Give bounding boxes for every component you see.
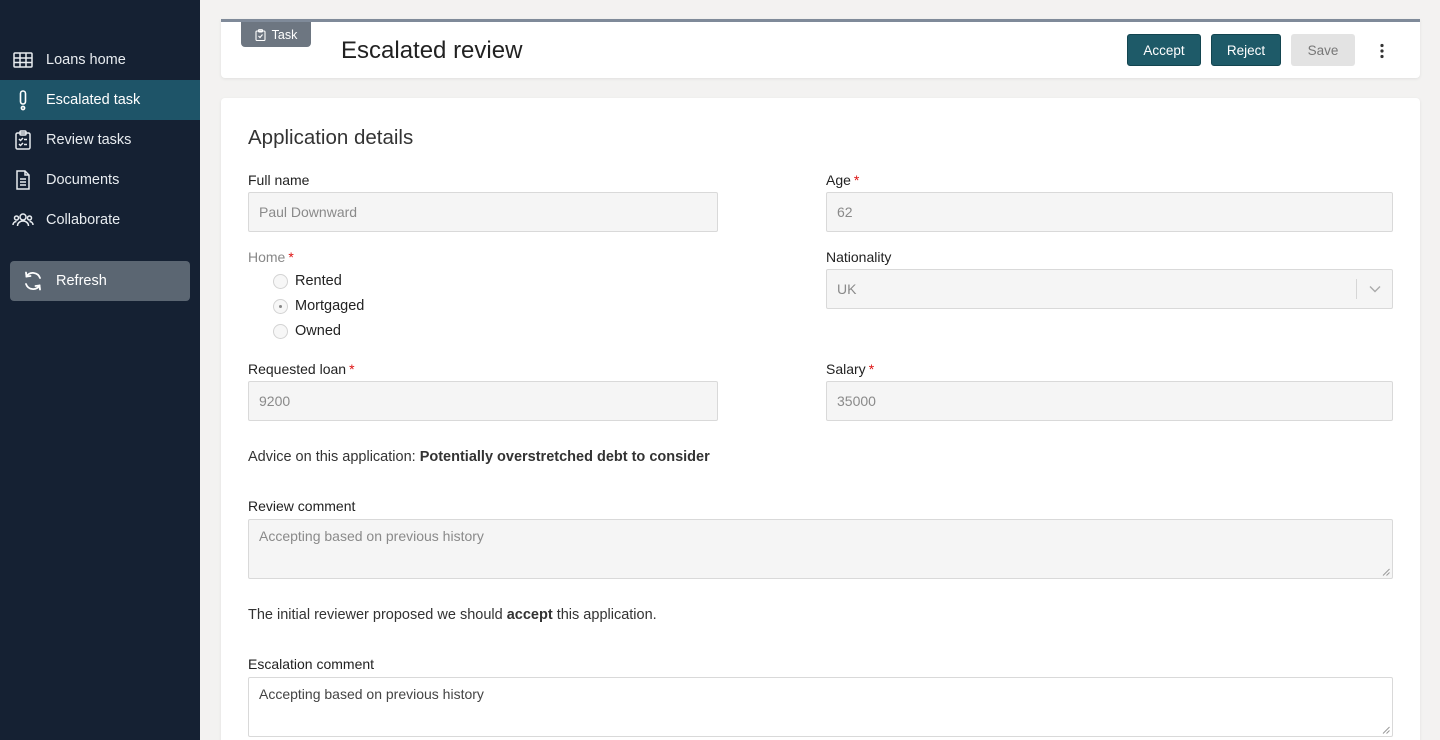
- save-button[interactable]: Save: [1291, 34, 1355, 66]
- resize-handle-icon[interactable]: [1382, 726, 1390, 734]
- grid-table-icon: [12, 49, 34, 71]
- refresh-button[interactable]: Refresh: [10, 261, 190, 301]
- nationality-label: Nationality: [826, 249, 891, 265]
- salary-field[interactable]: 35000: [826, 381, 1393, 421]
- sidebar: Loans home Escalated task Review tasks D…: [0, 0, 200, 740]
- accept-button[interactable]: Accept: [1127, 34, 1201, 66]
- requested-loan-value: 9200: [259, 393, 290, 409]
- requested-loan-field[interactable]: 9200: [248, 381, 718, 421]
- home-label-text: Home: [248, 249, 285, 265]
- proposal-prefix: The initial reviewer proposed we should: [248, 607, 503, 623]
- escalation-comment-label-text: Escalation comment: [248, 656, 374, 672]
- age-label: Age*: [826, 172, 859, 188]
- age-field[interactable]: 62: [826, 192, 1393, 232]
- sidebar-nav: Loans home Escalated task Review tasks D…: [0, 40, 200, 240]
- salary-value: 35000: [837, 393, 876, 409]
- escalation-comment-value: Accepting based on previous history: [259, 686, 484, 702]
- full-name-label-text: Full name: [248, 172, 309, 188]
- radio-button[interactable]: [273, 274, 288, 289]
- radio-label: Mortgaged: [295, 298, 364, 314]
- review-comment-field[interactable]: Accepting based on previous history: [248, 519, 1393, 579]
- sidebar-item-label: Loans home: [46, 52, 126, 68]
- salary-label: Salary*: [826, 361, 874, 377]
- advice-prefix: Advice on this application:: [248, 449, 416, 465]
- nationality-select[interactable]: UK: [826, 269, 1393, 309]
- resize-handle-icon[interactable]: [1382, 568, 1390, 576]
- task-tag-label: Task: [272, 28, 298, 42]
- clipboard-check-icon: [12, 129, 34, 151]
- sidebar-item-escalated-task[interactable]: Escalated task: [0, 80, 200, 120]
- required-marker: *: [288, 249, 293, 265]
- review-comment-label: Review comment: [248, 498, 355, 514]
- sidebar-item-label: Review tasks: [46, 132, 131, 148]
- document-icon: [12, 169, 34, 191]
- sidebar-item-loans-home[interactable]: Loans home: [0, 40, 200, 80]
- required-marker: *: [854, 172, 859, 188]
- chevron-down-icon: [1356, 279, 1392, 299]
- sidebar-item-review-tasks[interactable]: Review tasks: [0, 120, 200, 160]
- age-label-text: Age: [826, 172, 851, 188]
- page-title: Escalated review: [341, 37, 522, 65]
- proposal-text: The initial reviewer proposed we should …: [248, 607, 657, 623]
- home-option-owned[interactable]: Owned: [273, 323, 341, 339]
- nationality-value: UK: [837, 281, 856, 297]
- radio-label: Rented: [295, 273, 342, 289]
- exclamation-icon: [12, 89, 34, 111]
- refresh-icon: [22, 270, 44, 292]
- proposal-suffix: this application.: [557, 607, 657, 623]
- home-label: Home*: [248, 249, 294, 265]
- section-title: Application details: [248, 126, 413, 150]
- radio-button-selected[interactable]: [273, 299, 288, 314]
- radio-button[interactable]: [273, 324, 288, 339]
- sidebar-item-label: Documents: [46, 172, 119, 188]
- clipboard-icon: [255, 29, 266, 41]
- required-marker: *: [349, 361, 354, 377]
- users-icon: [12, 209, 34, 231]
- more-options-icon[interactable]: [1371, 38, 1393, 64]
- age-value: 62: [837, 204, 853, 220]
- home-option-rented[interactable]: Rented: [273, 273, 342, 289]
- full-name-value: Paul Downward: [259, 204, 357, 220]
- required-marker: *: [869, 361, 874, 377]
- requested-loan-label-text: Requested loan: [248, 361, 346, 377]
- full-name-field[interactable]: Paul Downward: [248, 192, 718, 232]
- task-header: Task Escalated review Accept Reject Save: [221, 19, 1420, 78]
- advice-text: Advice on this application: Potentially …: [248, 449, 710, 465]
- task-tag: Task: [241, 22, 311, 47]
- review-comment-label-text: Review comment: [248, 498, 355, 514]
- home-option-mortgaged[interactable]: Mortgaged: [273, 298, 364, 314]
- radio-label: Owned: [295, 323, 341, 339]
- sidebar-item-documents[interactable]: Documents: [0, 160, 200, 200]
- escalation-comment-label: Escalation comment: [248, 656, 374, 672]
- refresh-label: Refresh: [56, 273, 107, 289]
- reject-button[interactable]: Reject: [1211, 34, 1281, 66]
- sidebar-item-collaborate[interactable]: Collaborate: [0, 200, 200, 240]
- salary-label-text: Salary: [826, 361, 866, 377]
- application-form: Application details Full name Paul Downw…: [221, 98, 1420, 740]
- requested-loan-label: Requested loan*: [248, 361, 355, 377]
- proposal-value: accept: [507, 607, 553, 623]
- advice-value: Potentially overstretched debt to consid…: [420, 449, 710, 465]
- review-comment-value: Accepting based on previous history: [259, 528, 484, 544]
- escalation-comment-field[interactable]: Accepting based on previous history: [248, 677, 1393, 737]
- sidebar-item-label: Escalated task: [46, 92, 140, 108]
- nationality-label-text: Nationality: [826, 249, 891, 265]
- full-name-label: Full name: [248, 172, 309, 188]
- sidebar-item-label: Collaborate: [46, 212, 120, 228]
